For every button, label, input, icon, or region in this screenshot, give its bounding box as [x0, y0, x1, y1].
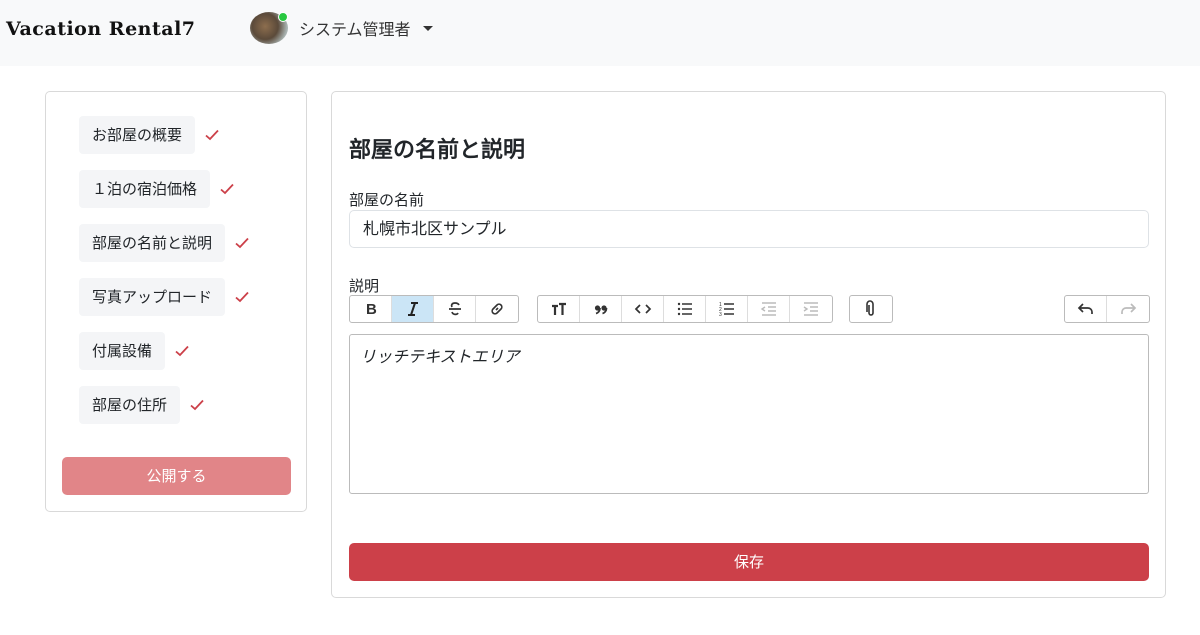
svg-text:B: B — [366, 301, 377, 318]
step-label[interactable]: 付属設備 — [79, 332, 166, 370]
publish-button[interactable]: 公開する — [62, 457, 291, 495]
strikethrough-button[interactable] — [434, 296, 476, 322]
bullet-list-button[interactable] — [664, 296, 706, 322]
redo-button[interactable] — [1107, 296, 1149, 322]
steps-sidebar: お部屋の概要 １泊の宿泊価格 部屋の名前と説明 写真アップロード 付属設備 部屋… — [45, 91, 307, 512]
bold-icon: B — [366, 301, 377, 318]
step-label[interactable]: １泊の宿泊価格 — [79, 170, 211, 208]
numbered-list-icon: 123 — [719, 302, 734, 318]
step-label[interactable]: お部屋の概要 — [79, 116, 196, 154]
top-navbar: Vacation Rental7 システム管理者 — [0, 0, 1200, 66]
file-group — [849, 295, 893, 323]
check-icon — [205, 129, 219, 141]
attach-icon — [866, 300, 874, 316]
step-photo-upload[interactable]: 写真アップロード — [79, 278, 250, 316]
step-amenities[interactable]: 付属設備 — [79, 332, 190, 370]
step-room-address[interactable]: 部屋の住所 — [79, 386, 205, 424]
check-icon — [175, 345, 189, 357]
save-button[interactable]: 保存 — [349, 543, 1149, 581]
quote-button[interactable] — [580, 296, 622, 322]
rich-text-editor[interactable]: リッチテキストエリア — [349, 334, 1149, 494]
step-nightly-price[interactable]: １泊の宿泊価格 — [79, 170, 235, 208]
room-name-input[interactable]: 札幌市北区サンプル — [349, 210, 1149, 248]
step-room-overview[interactable]: お部屋の概要 — [79, 116, 220, 154]
text-format-group: B — [349, 295, 519, 323]
heading-icon — [551, 302, 566, 315]
indent-button[interactable] — [790, 296, 832, 322]
step-label[interactable]: 部屋の名前と説明 — [79, 224, 226, 262]
outdent-icon — [760, 302, 776, 316]
room-form-card: 部屋の名前と説明 部屋の名前 札幌市北区サンプル 説明 B 1 2 3 リッチテ… — [331, 91, 1166, 598]
italic-button[interactable] — [392, 296, 434, 322]
user-menu[interactable]: システム管理者 — [250, 12, 433, 44]
brand-logo[interactable]: Vacation Rental7 — [6, 18, 196, 40]
italic-icon — [407, 302, 418, 316]
step-label[interactable]: 部屋の住所 — [79, 386, 181, 424]
code-icon — [634, 304, 651, 314]
bold-button[interactable]: B — [350, 296, 392, 322]
numbered-list-button[interactable]: 123 — [706, 296, 748, 322]
chevron-down-icon — [422, 25, 433, 31]
heading-button[interactable] — [538, 296, 580, 322]
description-label: 説明 — [349, 277, 380, 295]
step-name-description[interactable]: 部屋の名前と説明 — [79, 224, 250, 262]
step-label[interactable]: 写真アップロード — [79, 278, 226, 316]
svg-text:3: 3 — [719, 312, 722, 318]
link-icon — [491, 303, 503, 315]
code-button[interactable] — [622, 296, 664, 322]
quote-icon — [594, 305, 607, 315]
redo-icon — [1121, 303, 1137, 314]
check-icon — [235, 237, 249, 249]
editor-toolbar: B 123 — [349, 295, 1150, 323]
page-title: 部屋の名前と説明 — [349, 138, 526, 163]
undo-button[interactable] — [1065, 296, 1107, 322]
attach-button[interactable] — [850, 296, 892, 322]
strikethrough-icon — [448, 302, 461, 316]
user-name: システム管理者 — [299, 20, 411, 39]
check-icon — [235, 291, 249, 303]
history-group — [1064, 295, 1150, 323]
check-icon — [190, 399, 204, 411]
indent-icon — [803, 302, 818, 316]
avatar — [250, 12, 288, 44]
block-format-group: 123 — [537, 295, 833, 323]
outdent-button[interactable] — [748, 296, 790, 322]
check-icon — [220, 183, 234, 195]
bullet-list-icon — [677, 302, 692, 316]
room-name-label: 部屋の名前 — [349, 191, 425, 209]
link-button[interactable] — [476, 296, 518, 322]
undo-icon — [1077, 303, 1093, 314]
